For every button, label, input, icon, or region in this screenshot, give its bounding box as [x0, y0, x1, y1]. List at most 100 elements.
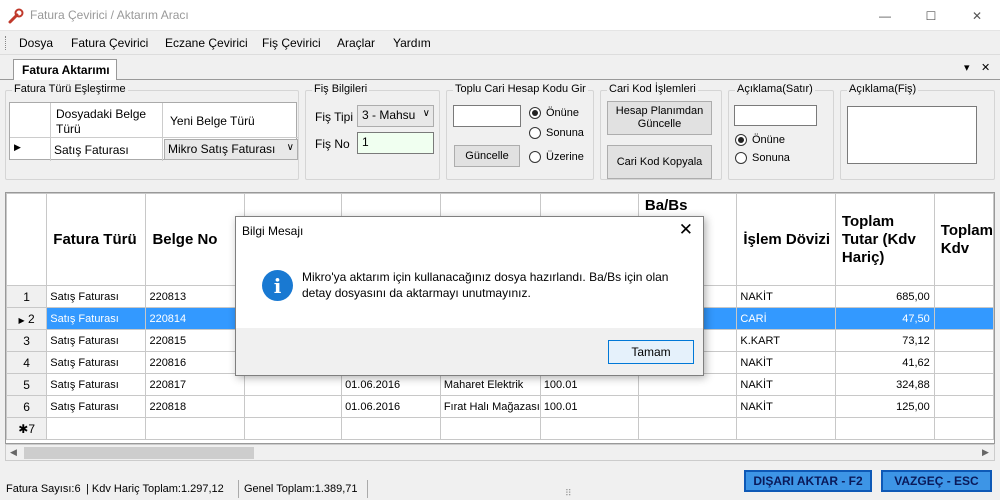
new-row-icon[interactable]: ✱7 — [6, 417, 48, 440]
cell[interactable] — [736, 417, 836, 440]
cell[interactable] — [341, 417, 441, 440]
cell-total[interactable]: 47,50 — [834, 307, 935, 330]
export-button[interactable]: DIŞARI AKTAR - F2 — [744, 470, 872, 492]
cell[interactable] — [933, 417, 994, 440]
aciklama-satir-input[interactable] — [734, 105, 817, 126]
cell[interactable] — [243, 373, 343, 396]
row-number[interactable]: 4 — [6, 351, 48, 374]
cell-total[interactable]: 73,12 — [834, 329, 935, 352]
dialog-close-icon[interactable]: ✕ — [679, 220, 693, 240]
menu-yardim[interactable]: Yardım — [393, 36, 431, 50]
horizontal-scrollbar[interactable]: ◀ ▶ — [5, 444, 995, 461]
ok-button[interactable]: Tamam — [608, 340, 694, 364]
col-header-toplam-kdv[interactable]: Toplam Kdv — [933, 193, 994, 286]
cell-date[interactable]: 01.06.2016 — [341, 373, 441, 396]
cell[interactable] — [46, 417, 147, 440]
cell-type[interactable]: Satış Faturası — [46, 395, 147, 418]
scroll-right-icon[interactable]: ▶ — [982, 447, 989, 458]
col-header-fatura-turu[interactable]: Fatura Türü — [46, 193, 147, 286]
cell-kdv[interactable] — [933, 329, 994, 352]
cell[interactable] — [243, 395, 343, 418]
cell[interactable] — [539, 417, 639, 440]
cell-name[interactable]: Fırat Halı Mağazası — [439, 395, 541, 418]
cell-total[interactable]: 685,00 — [834, 285, 935, 308]
cell-type[interactable]: Satış Faturası — [46, 351, 147, 374]
tab-dropdown-icon[interactable]: ▾ — [964, 61, 970, 74]
cell-total[interactable]: 41,62 — [834, 351, 935, 374]
cell-name[interactable]: Maharet Elektrik — [439, 373, 541, 396]
fis-tipi-select[interactable]: 3 - Mahsu ∨ — [357, 105, 434, 127]
hesap-planindan-guncelle-button[interactable]: Hesap Planımdan Güncelle — [607, 101, 712, 135]
radio-uzerine[interactable]: Üzerine — [529, 151, 584, 163]
cell-belge-no[interactable]: 220814 — [145, 307, 245, 330]
table-row[interactable]: 5 Satış Faturası 220817 01.06.2016 Mahar… — [6, 373, 994, 396]
minimize-button[interactable]: — — [862, 0, 908, 31]
cell-babs[interactable] — [637, 373, 738, 396]
cell-currency[interactable]: CARİ — [736, 307, 836, 330]
cell[interactable] — [439, 417, 541, 440]
cell-currency[interactable]: NAKİT — [736, 351, 836, 374]
aciklama-fis-textarea[interactable] — [847, 106, 977, 164]
cell[interactable] — [637, 417, 738, 440]
cancel-button[interactable]: VAZGEÇ - ESC — [881, 470, 992, 492]
new-row[interactable]: ✱7 — [6, 417, 994, 440]
cell-type[interactable]: Satış Faturası — [46, 307, 147, 330]
cell-belge-no[interactable]: 220816 — [145, 351, 245, 374]
scroll-left-icon[interactable]: ◀ — [10, 447, 17, 458]
cell[interactable] — [145, 417, 245, 440]
cell-date[interactable]: 01.06.2016 — [341, 395, 441, 418]
row-header-corner — [6, 193, 48, 286]
cell-kdv[interactable] — [933, 373, 994, 396]
cari-kod-input[interactable] — [453, 105, 521, 127]
cell-belge-no[interactable]: 220817 — [145, 373, 245, 396]
radio-satir-sonuna[interactable]: Sonuna — [735, 152, 790, 164]
radio-satir-onune[interactable]: Önüne — [735, 134, 785, 146]
tab-close-icon[interactable]: ✕ — [981, 61, 990, 74]
row-number[interactable]: ▶ 2 — [6, 307, 48, 330]
tab-fatura-aktarimi[interactable]: Fatura Aktarımı — [13, 59, 117, 80]
cell-currency[interactable]: NAKİT — [736, 373, 836, 396]
cell-babs[interactable] — [637, 395, 738, 418]
menu-dosya[interactable]: Dosya — [19, 36, 53, 50]
cell-currency[interactable]: NAKİT — [736, 285, 836, 308]
row-number[interactable]: 6 — [6, 395, 48, 418]
cell-currency[interactable]: K.KART — [736, 329, 836, 352]
cell-currency[interactable]: NAKİT — [736, 395, 836, 418]
cell-kdv[interactable] — [933, 395, 994, 418]
cell-type[interactable]: Satış Faturası — [46, 285, 147, 308]
maximize-button[interactable]: ☐ — [908, 0, 954, 31]
col-header-belge-no[interactable]: Belge No — [145, 193, 245, 286]
fis-no-input[interactable]: 1 — [357, 132, 434, 154]
cell[interactable] — [243, 417, 343, 440]
cell-type[interactable]: Satış Faturası — [46, 329, 147, 352]
cari-kod-kopyala-button[interactable]: Cari Kod Kopyala — [607, 145, 712, 179]
cell-belge-no[interactable]: 220815 — [145, 329, 245, 352]
cell-kdv[interactable] — [933, 351, 994, 374]
col-header-islem-dovizi[interactable]: İşlem Dövizi — [736, 193, 836, 286]
cell-code[interactable]: 100.01 — [539, 395, 639, 418]
target-type-select[interactable]: Mikro Satış Faturası ∨ — [164, 139, 298, 160]
cell-kdv[interactable] — [933, 285, 994, 308]
cell-belge-no[interactable]: 220813 — [145, 285, 245, 308]
radio-sonuna[interactable]: Sonuna — [529, 127, 584, 139]
scrollbar-thumb[interactable] — [24, 447, 254, 459]
cell-total[interactable]: 125,00 — [834, 395, 935, 418]
col-header-toplam-tutar[interactable]: Toplam Tutar (Kdv Hariç) — [834, 193, 935, 286]
cell-belge-no[interactable]: 220818 — [145, 395, 245, 418]
cell-code[interactable]: 100.01 — [539, 373, 639, 396]
cell-kdv[interactable] — [933, 307, 994, 330]
menu-fatura-cevirici[interactable]: Fatura Çevirici — [71, 36, 148, 50]
cell-total[interactable]: 324,88 — [834, 373, 935, 396]
table-row[interactable]: 6 Satış Faturası 220818 01.06.2016 Fırat… — [6, 395, 994, 418]
row-number[interactable]: 3 — [6, 329, 48, 352]
row-number[interactable]: 5 — [6, 373, 48, 396]
cell-type[interactable]: Satış Faturası — [46, 373, 147, 396]
menu-araclar[interactable]: Araçlar — [337, 36, 375, 50]
guncelle-button[interactable]: Güncelle — [454, 145, 520, 167]
cell[interactable] — [834, 417, 935, 440]
row-number[interactable]: 1 — [6, 285, 48, 308]
close-button[interactable]: ✕ — [954, 0, 1000, 31]
menu-fis-cevirici[interactable]: Fiş Çevirici — [262, 36, 321, 50]
radio-onune[interactable]: Önüne — [529, 107, 579, 119]
menu-eczane-cevirici[interactable]: Eczane Çevirici — [165, 36, 248, 50]
